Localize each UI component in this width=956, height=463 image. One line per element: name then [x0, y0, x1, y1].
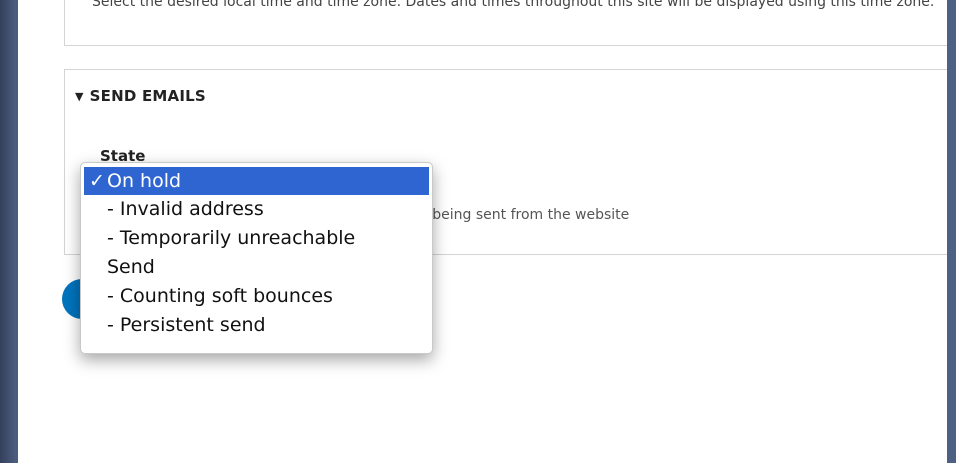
option-label: Send — [107, 256, 155, 278]
option-counting-soft-bounces[interactable]: - Counting soft bounces — [81, 282, 432, 311]
option-temporarily-unreachable[interactable]: - Temporarily unreachable — [81, 224, 432, 253]
send-emails-title: SEND EMAILS — [89, 87, 206, 105]
caret-down-icon: ▼ — [75, 90, 84, 103]
option-persistent-send[interactable]: - Persistent send — [81, 311, 432, 340]
option-label: - Counting soft bounces — [107, 285, 333, 307]
checkmark-icon: ✓ — [89, 170, 105, 192]
option-label: - Persistent send — [107, 314, 266, 336]
option-label: On hold — [107, 170, 182, 192]
timezone-description: Select the desired local time and time z… — [92, 0, 935, 10]
option-label: - Temporarily unreachable — [107, 227, 356, 249]
option-invalid-address[interactable]: - Invalid address — [81, 195, 432, 224]
send-emails-toggle[interactable]: ▼ SEND EMAILS — [75, 87, 206, 105]
timezone-section: Select the desired local time and time z… — [64, 0, 947, 46]
state-select-dropdown[interactable]: ✓ On hold - Invalid address - Temporarily… — [80, 162, 433, 354]
option-label: - Invalid address — [107, 198, 264, 220]
option-send[interactable]: Send — [81, 253, 432, 282]
option-on-hold[interactable]: ✓ On hold — [84, 167, 429, 195]
